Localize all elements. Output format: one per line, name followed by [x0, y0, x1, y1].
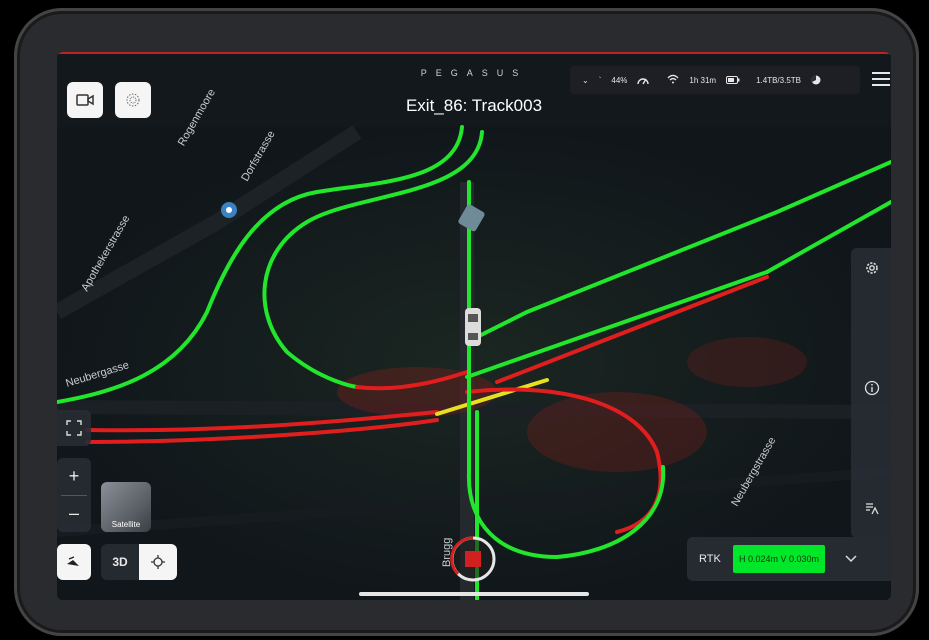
zoom-control: + – — [57, 458, 91, 532]
fullscreen-button[interactable] — [57, 410, 91, 446]
zoom-in-button[interactable]: + — [69, 458, 80, 495]
signal-icon: ` — [598, 75, 602, 85]
rtk-label: RTK — [699, 553, 721, 565]
locate-icon — [151, 555, 165, 569]
point-cloud-red — [687, 337, 807, 387]
battery-percent: 44% — [611, 75, 628, 85]
chevron-down-icon[interactable]: ⌄ — [582, 76, 589, 85]
recording-indicator-line — [57, 52, 891, 54]
layers-icon[interactable] — [864, 500, 880, 516]
page-title: Exit_86: Track003 — [405, 96, 543, 115]
info-icon[interactable] — [864, 380, 880, 396]
chevron-down-icon[interactable] — [845, 555, 857, 563]
status-bar: ⌄ ` 44% 1h 31m 1.4TB/3.5TB — [570, 66, 860, 94]
storage-pie-icon — [811, 75, 821, 85]
location-pin-center — [226, 207, 232, 213]
rtk-panel[interactable]: RTK H 0.024m V 0.030m — [687, 537, 891, 581]
scan-button[interactable] — [115, 82, 151, 118]
app-screen: Rogenmoore Apothekerstrasse Dorfstrasse … — [57, 52, 891, 600]
layer-thumbnail-label: Satellite — [111, 520, 141, 529]
right-tool-panel — [851, 248, 891, 538]
scan-icon — [126, 93, 140, 107]
camera-icon — [76, 94, 94, 106]
menu-button[interactable] — [872, 72, 890, 88]
record-stop-button[interactable] — [448, 534, 498, 584]
locate-button[interactable] — [139, 544, 177, 580]
vehicle-marker — [465, 308, 481, 346]
menu-icon-line — [872, 84, 890, 86]
recording-time: 1h 31m — [689, 75, 717, 85]
wifi-icon — [667, 74, 679, 86]
home-indicator[interactable] — [359, 592, 589, 596]
point-cloud-map[interactable]: Rogenmoore Apothekerstrasse Dorfstrasse … — [57, 52, 891, 600]
camera-button[interactable] — [67, 82, 103, 118]
compass-icon — [67, 556, 79, 566]
menu-icon-line — [872, 78, 890, 80]
storage-usage: 1.4TB/3.5TB — [756, 75, 801, 85]
battery-icon — [726, 76, 740, 84]
view-mode-group: 3D — [101, 544, 177, 580]
layer-thumbnail-satellite[interactable]: Satellite — [101, 482, 151, 532]
rtk-accuracy-badge: H 0.024m V 0.030m — [733, 545, 826, 573]
record-stop-icon — [465, 551, 481, 567]
zoom-out-button[interactable]: – — [69, 495, 79, 532]
point-cloud-red — [527, 392, 707, 472]
gear-icon[interactable] — [864, 260, 880, 276]
menu-icon — [872, 72, 890, 74]
expand-icon — [66, 420, 82, 436]
north-button[interactable] — [57, 544, 91, 580]
3d-toggle-button[interactable]: 3D — [101, 544, 139, 580]
speedometer-icon — [637, 78, 650, 85]
